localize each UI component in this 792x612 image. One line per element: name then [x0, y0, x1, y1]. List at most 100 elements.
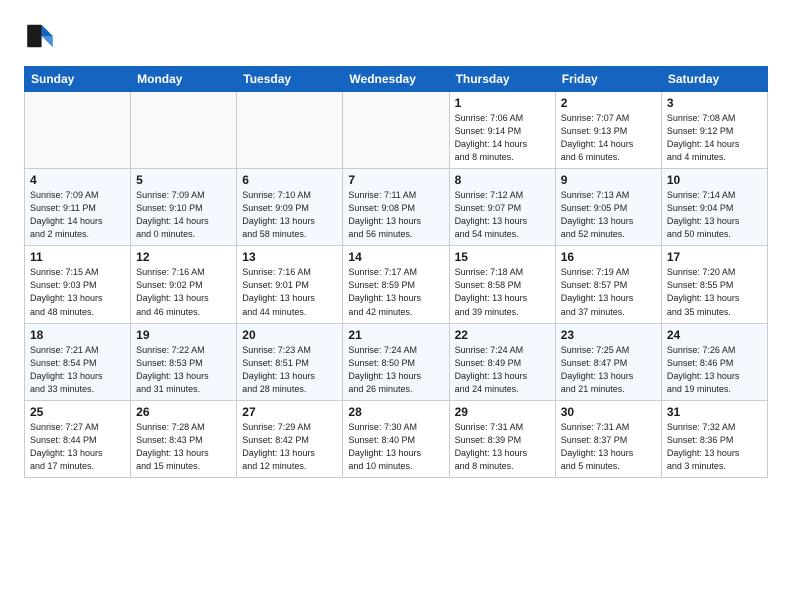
header — [24, 20, 768, 52]
day-info: Sunrise: 7:11 AMSunset: 9:08 PMDaylight:… — [348, 189, 443, 241]
day-info: Sunrise: 7:29 AMSunset: 8:42 PMDaylight:… — [242, 421, 337, 473]
weekday-header: Wednesday — [343, 67, 449, 92]
day-info: Sunrise: 7:31 AMSunset: 8:37 PMDaylight:… — [561, 421, 656, 473]
calendar-cell: 24 Sunrise: 7:26 AMSunset: 8:46 PMDayligh… — [661, 323, 767, 400]
calendar-week-row: 18 Sunrise: 7:21 AMSunset: 8:54 PMDayligh… — [25, 323, 768, 400]
day-number: 23 — [561, 328, 656, 342]
day-info: Sunrise: 7:31 AMSunset: 8:39 PMDaylight:… — [455, 421, 550, 473]
day-number: 13 — [242, 250, 337, 264]
day-number: 5 — [136, 173, 231, 187]
calendar-cell: 26 Sunrise: 7:28 AMSunset: 8:43 PMDayligh… — [131, 400, 237, 477]
day-info: Sunrise: 7:08 AMSunset: 9:12 PMDaylight:… — [667, 112, 762, 164]
calendar-cell: 10 Sunrise: 7:14 AMSunset: 9:04 PMDayligh… — [661, 169, 767, 246]
day-info: Sunrise: 7:19 AMSunset: 8:57 PMDaylight:… — [561, 266, 656, 318]
calendar-cell: 13 Sunrise: 7:16 AMSunset: 9:01 PMDayligh… — [237, 246, 343, 323]
day-info: Sunrise: 7:17 AMSunset: 8:59 PMDaylight:… — [348, 266, 443, 318]
day-info: Sunrise: 7:26 AMSunset: 8:46 PMDaylight:… — [667, 344, 762, 396]
weekday-header: Monday — [131, 67, 237, 92]
logo — [24, 20, 60, 52]
day-number: 10 — [667, 173, 762, 187]
day-number: 31 — [667, 405, 762, 419]
calendar-cell: 29 Sunrise: 7:31 AMSunset: 8:39 PMDayligh… — [449, 400, 555, 477]
day-info: Sunrise: 7:16 AMSunset: 9:01 PMDaylight:… — [242, 266, 337, 318]
calendar-cell: 20 Sunrise: 7:23 AMSunset: 8:51 PMDayligh… — [237, 323, 343, 400]
day-info: Sunrise: 7:06 AMSunset: 9:14 PMDaylight:… — [455, 112, 550, 164]
day-number: 19 — [136, 328, 231, 342]
calendar-cell: 3 Sunrise: 7:08 AMSunset: 9:12 PMDaylight… — [661, 92, 767, 169]
calendar-cell: 8 Sunrise: 7:12 AMSunset: 9:07 PMDaylight… — [449, 169, 555, 246]
day-info: Sunrise: 7:24 AMSunset: 8:50 PMDaylight:… — [348, 344, 443, 396]
page: SundayMondayTuesdayWednesdayThursdayFrid… — [0, 0, 792, 498]
day-info: Sunrise: 7:23 AMSunset: 8:51 PMDaylight:… — [242, 344, 337, 396]
calendar-cell: 23 Sunrise: 7:25 AMSunset: 8:47 PMDayligh… — [555, 323, 661, 400]
day-number: 17 — [667, 250, 762, 264]
day-number: 22 — [455, 328, 550, 342]
day-number: 27 — [242, 405, 337, 419]
calendar-cell: 17 Sunrise: 7:20 AMSunset: 8:55 PMDayligh… — [661, 246, 767, 323]
day-info: Sunrise: 7:10 AMSunset: 9:09 PMDaylight:… — [242, 189, 337, 241]
day-number: 18 — [30, 328, 125, 342]
calendar-cell: 27 Sunrise: 7:29 AMSunset: 8:42 PMDayligh… — [237, 400, 343, 477]
day-info: Sunrise: 7:25 AMSunset: 8:47 PMDaylight:… — [561, 344, 656, 396]
day-number: 26 — [136, 405, 231, 419]
day-info: Sunrise: 7:20 AMSunset: 8:55 PMDaylight:… — [667, 266, 762, 318]
calendar-cell: 2 Sunrise: 7:07 AMSunset: 9:13 PMDaylight… — [555, 92, 661, 169]
day-number: 24 — [667, 328, 762, 342]
weekday-header: Tuesday — [237, 67, 343, 92]
day-number: 28 — [348, 405, 443, 419]
day-number: 11 — [30, 250, 125, 264]
day-info: Sunrise: 7:09 AMSunset: 9:10 PMDaylight:… — [136, 189, 231, 241]
calendar-week-row: 11 Sunrise: 7:15 AMSunset: 9:03 PMDayligh… — [25, 246, 768, 323]
day-number: 8 — [455, 173, 550, 187]
day-number: 20 — [242, 328, 337, 342]
calendar-cell: 7 Sunrise: 7:11 AMSunset: 9:08 PMDaylight… — [343, 169, 449, 246]
day-info: Sunrise: 7:22 AMSunset: 8:53 PMDaylight:… — [136, 344, 231, 396]
calendar-cell: 12 Sunrise: 7:16 AMSunset: 9:02 PMDayligh… — [131, 246, 237, 323]
day-info: Sunrise: 7:30 AMSunset: 8:40 PMDaylight:… — [348, 421, 443, 473]
day-info: Sunrise: 7:16 AMSunset: 9:02 PMDaylight:… — [136, 266, 231, 318]
calendar-cell: 31Sunrise: 7:32 AMSunset: 8:36 PMDayligh… — [661, 400, 767, 477]
day-info: Sunrise: 7:14 AMSunset: 9:04 PMDaylight:… — [667, 189, 762, 241]
day-info: Sunrise: 7:21 AMSunset: 8:54 PMDaylight:… — [30, 344, 125, 396]
weekday-header: Saturday — [661, 67, 767, 92]
calendar-cell: 14 Sunrise: 7:17 AMSunset: 8:59 PMDayligh… — [343, 246, 449, 323]
day-info: Sunrise: 7:28 AMSunset: 8:43 PMDaylight:… — [136, 421, 231, 473]
day-number: 9 — [561, 173, 656, 187]
day-number: 29 — [455, 405, 550, 419]
day-info: Sunrise: 7:07 AMSunset: 9:13 PMDaylight:… — [561, 112, 656, 164]
day-number: 2 — [561, 96, 656, 110]
calendar-cell — [131, 92, 237, 169]
day-info: Sunrise: 7:09 AMSunset: 9:11 PMDaylight:… — [30, 189, 125, 241]
calendar-cell: 22 Sunrise: 7:24 AMSunset: 8:49 PMDayligh… — [449, 323, 555, 400]
weekday-header: Sunday — [25, 67, 131, 92]
weekday-header: Thursday — [449, 67, 555, 92]
day-number: 4 — [30, 173, 125, 187]
calendar-cell — [343, 92, 449, 169]
day-number: 15 — [455, 250, 550, 264]
day-number: 6 — [242, 173, 337, 187]
day-number: 3 — [667, 96, 762, 110]
day-number: 30 — [561, 405, 656, 419]
day-info: Sunrise: 7:12 AMSunset: 9:07 PMDaylight:… — [455, 189, 550, 241]
calendar-week-row: 4 Sunrise: 7:09 AMSunset: 9:11 PMDaylight… — [25, 169, 768, 246]
calendar-week-row: 25Sunrise: 7:27 AMSunset: 8:44 PMDayligh… — [25, 400, 768, 477]
calendar-cell: 30 Sunrise: 7:31 AMSunset: 8:37 PMDayligh… — [555, 400, 661, 477]
calendar-cell: 21 Sunrise: 7:24 AMSunset: 8:50 PMDayligh… — [343, 323, 449, 400]
calendar-cell: 5 Sunrise: 7:09 AMSunset: 9:10 PMDaylight… — [131, 169, 237, 246]
day-number: 14 — [348, 250, 443, 264]
calendar-cell — [237, 92, 343, 169]
calendar-cell: 28 Sunrise: 7:30 AMSunset: 8:40 PMDayligh… — [343, 400, 449, 477]
day-number: 12 — [136, 250, 231, 264]
day-number: 21 — [348, 328, 443, 342]
day-info: Sunrise: 7:18 AMSunset: 8:58 PMDaylight:… — [455, 266, 550, 318]
calendar-cell: 18 Sunrise: 7:21 AMSunset: 8:54 PMDayligh… — [25, 323, 131, 400]
day-info: Sunrise: 7:13 AMSunset: 9:05 PMDaylight:… — [561, 189, 656, 241]
day-info: Sunrise: 7:27 AMSunset: 8:44 PMDaylight:… — [30, 421, 125, 473]
calendar-cell: 1Sunrise: 7:06 AMSunset: 9:14 PMDaylight… — [449, 92, 555, 169]
day-info: Sunrise: 7:24 AMSunset: 8:49 PMDaylight:… — [455, 344, 550, 396]
day-info: Sunrise: 7:15 AMSunset: 9:03 PMDaylight:… — [30, 266, 125, 318]
calendar-cell: 19 Sunrise: 7:22 AMSunset: 8:53 PMDayligh… — [131, 323, 237, 400]
calendar-week-row: 1Sunrise: 7:06 AMSunset: 9:14 PMDaylight… — [25, 92, 768, 169]
day-number: 7 — [348, 173, 443, 187]
calendar-header-row: SundayMondayTuesdayWednesdayThursdayFrid… — [25, 67, 768, 92]
